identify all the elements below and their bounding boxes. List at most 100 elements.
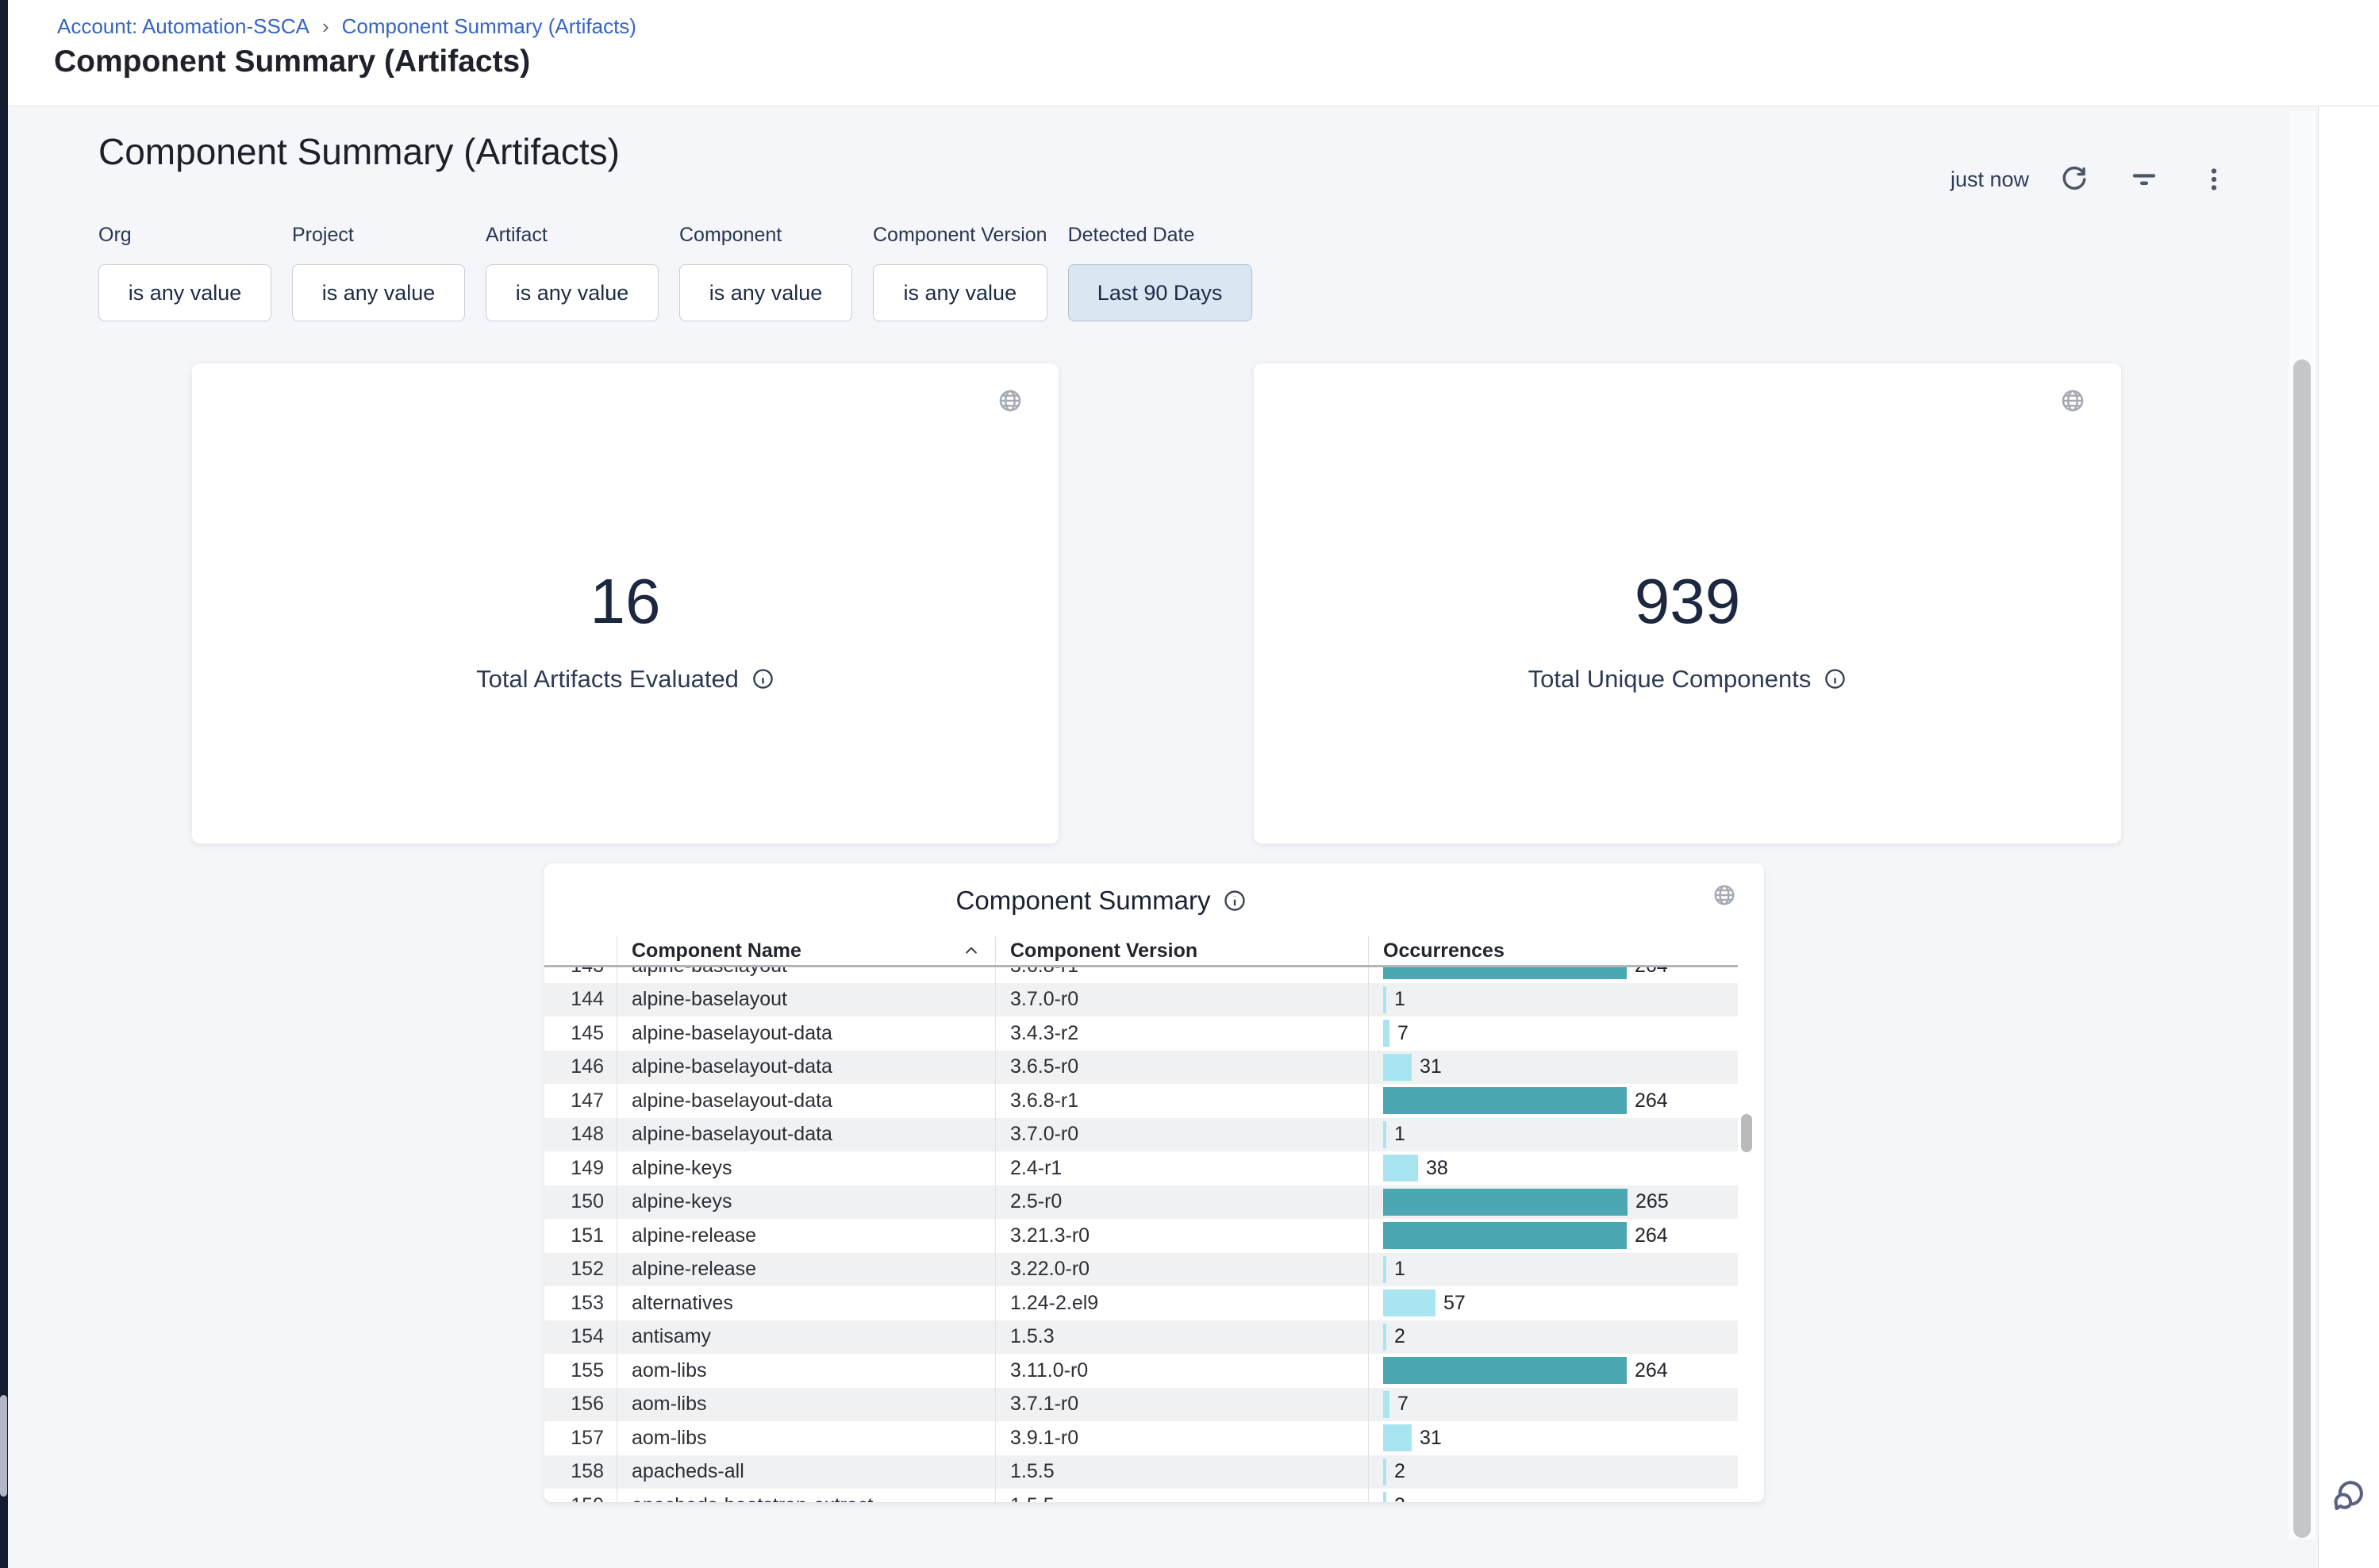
info-icon[interactable] bbox=[1824, 667, 1847, 690]
occurrences-cell: 1 bbox=[1369, 1253, 1738, 1287]
row-number-cell: 157 bbox=[544, 1421, 617, 1455]
occurrences-bar bbox=[1383, 1121, 1386, 1148]
component-name-cell: alpine-baselayout bbox=[617, 967, 996, 983]
table-row: 149alpine-keys2.4-r138 bbox=[544, 1151, 1738, 1186]
occurrences-value: 264 bbox=[1635, 967, 1668, 978]
component-version-cell: 3.11.0-r0 bbox=[996, 1354, 1369, 1388]
row-number-cell: 159 bbox=[544, 1489, 617, 1502]
occurrences-value: 7 bbox=[1397, 1022, 1409, 1045]
occurrences-bar bbox=[1383, 1458, 1386, 1485]
occurrences-bar bbox=[1383, 1020, 1389, 1047]
component-name-cell: alpine-keys bbox=[617, 1186, 996, 1220]
filter-chip[interactable]: is any value bbox=[98, 264, 271, 321]
filter-chip[interactable]: is any value bbox=[679, 264, 852, 321]
column-header-component-version[interactable]: Component Version bbox=[996, 936, 1369, 965]
row-number-cell: 151 bbox=[544, 1219, 617, 1253]
component-version-cell: 3.6.8-r1 bbox=[996, 1084, 1369, 1118]
component-version-cell: 1.5.3 bbox=[996, 1320, 1369, 1355]
column-header-occurrences[interactable]: Occurrences bbox=[1369, 936, 1738, 965]
occurrences-bar bbox=[1383, 1289, 1435, 1316]
breadcrumb-page-link[interactable]: Component Summary (Artifacts) bbox=[342, 14, 636, 39]
info-icon[interactable] bbox=[751, 667, 774, 690]
filter-label: Project bbox=[292, 224, 465, 248]
row-number-cell: 146 bbox=[544, 1051, 617, 1085]
table-row: 145alpine-baselayout-data3.4.3-r27 bbox=[544, 1017, 1738, 1051]
filter-chip[interactable]: is any value bbox=[292, 264, 465, 321]
row-number-cell: 154 bbox=[544, 1320, 617, 1355]
component-version-cell: 3.7.0-r0 bbox=[996, 983, 1369, 1017]
component-version-cell: 3.6.8-r1 bbox=[996, 967, 1369, 983]
table-scrollbar-thumb[interactable] bbox=[1741, 1114, 1752, 1152]
occurrences-cell: 264 bbox=[1369, 967, 1738, 983]
page-scrollbar-thumb[interactable] bbox=[2293, 359, 2311, 1538]
table-row: 150alpine-keys2.5-r0265 bbox=[544, 1186, 1738, 1220]
table-header-row: Component Name Component Version Occurre… bbox=[544, 936, 1738, 967]
sort-asc-icon bbox=[963, 943, 979, 959]
stat-value: 939 bbox=[1635, 570, 1740, 633]
help-chat-button[interactable] bbox=[2325, 1474, 2371, 1520]
component-version-cell: 3.22.0-r0 bbox=[996, 1253, 1369, 1287]
refresh-button[interactable] bbox=[2057, 162, 2092, 197]
filter-component: Component is any value bbox=[679, 224, 852, 321]
occurrences-value: 264 bbox=[1635, 1224, 1668, 1247]
filter-artifact: Artifact is any value bbox=[486, 224, 659, 321]
row-number-cell: 152 bbox=[544, 1253, 617, 1287]
component-name-cell: alpine-baselayout-data bbox=[617, 1051, 996, 1085]
filter-icon bbox=[2128, 163, 2160, 195]
occurrences-bar bbox=[1383, 986, 1386, 1013]
component-version-cell: 1.5.5 bbox=[996, 1489, 1369, 1502]
occurrences-cell: 38 bbox=[1369, 1151, 1738, 1186]
occurrences-cell: 2 bbox=[1369, 1455, 1738, 1489]
stat-value: 16 bbox=[590, 570, 661, 633]
table-row: 151alpine-release3.21.3-r0264 bbox=[544, 1219, 1738, 1253]
row-number-cell: 153 bbox=[544, 1286, 617, 1320]
collapsed-sidebar[interactable] bbox=[0, 0, 8, 1568]
occurrences-cell: 264 bbox=[1369, 1084, 1738, 1118]
column-header-label: Component Version bbox=[1010, 940, 1197, 963]
row-number-cell: 155 bbox=[544, 1354, 617, 1388]
row-number-cell: 158 bbox=[544, 1455, 617, 1489]
component-name-cell: alpine-baselayout bbox=[617, 983, 996, 1017]
filter-chip[interactable]: is any value bbox=[873, 264, 1047, 321]
component-version-cell: 3.9.1-r0 bbox=[996, 1421, 1369, 1455]
occurrences-value: 2 bbox=[1394, 1325, 1405, 1348]
table-row: 146alpine-baselayout-data3.6.5-r031 bbox=[544, 1051, 1738, 1085]
row-number-cell: 147 bbox=[544, 1084, 617, 1118]
row-number-cell: 156 bbox=[544, 1388, 617, 1422]
component-name-cell: apacheds-all bbox=[617, 1455, 996, 1489]
stat-card-total-artifacts: 16 Total Artifacts Evaluated bbox=[192, 363, 1059, 844]
occurrences-bar bbox=[1383, 1357, 1627, 1384]
table-scroll-viewport[interactable]: 143alpine-baselayout3.6.8-r1264144alpine… bbox=[544, 967, 1738, 1502]
component-name-cell: alpine-baselayout-data bbox=[617, 1118, 996, 1152]
occurrences-bar bbox=[1383, 1087, 1627, 1114]
occurrences-cell: 264 bbox=[1369, 1219, 1738, 1253]
occurrences-bar bbox=[1383, 1391, 1389, 1418]
dashboard-filters-button[interactable] bbox=[2127, 162, 2162, 197]
breadcrumb-account-link[interactable]: Account: Automation-SSCA bbox=[57, 14, 309, 39]
component-name-cell: alpine-baselayout-data bbox=[617, 1084, 996, 1118]
component-name-cell: antisamy bbox=[617, 1320, 996, 1355]
row-number-cell: 144 bbox=[544, 983, 617, 1017]
column-header-component-name[interactable]: Component Name bbox=[617, 936, 996, 965]
dashboard-more-actions-button[interactable] bbox=[2196, 162, 2231, 197]
occurrences-bar bbox=[1383, 1189, 1628, 1216]
info-icon[interactable] bbox=[1223, 889, 1247, 913]
app-window: Account: Automation-SSCA › Component Sum… bbox=[0, 0, 2379, 1568]
occurrences-value: 264 bbox=[1635, 1090, 1668, 1113]
occurrences-bar bbox=[1383, 1424, 1412, 1451]
table-row: 152alpine-release3.22.0-r01 bbox=[544, 1253, 1738, 1287]
component-name-cell: aom-libs bbox=[617, 1354, 996, 1388]
globe-icon[interactable] bbox=[1712, 882, 1737, 908]
table-row: 153alternatives1.24-2.el957 bbox=[544, 1286, 1738, 1320]
sidebar-scrollbar-thumb[interactable] bbox=[0, 1395, 7, 1497]
row-number-cell: 145 bbox=[544, 1017, 617, 1051]
filter-chip[interactable]: Last 90 Days bbox=[1068, 264, 1252, 321]
filter-chip[interactable]: is any value bbox=[486, 264, 659, 321]
table-row: 143alpine-baselayout3.6.8-r1264 bbox=[544, 967, 1738, 983]
occurrences-value: 38 bbox=[1426, 1157, 1448, 1180]
occurrences-cell: 57 bbox=[1369, 1286, 1738, 1320]
table-row: 159apacheds-bootstrap-extract1.5.52 bbox=[544, 1489, 1738, 1502]
component-name-cell: alpine-keys bbox=[617, 1151, 996, 1186]
filter-bar: Org is any value Project is any value Ar… bbox=[98, 224, 1252, 321]
filter-label: Detected Date bbox=[1068, 224, 1252, 248]
